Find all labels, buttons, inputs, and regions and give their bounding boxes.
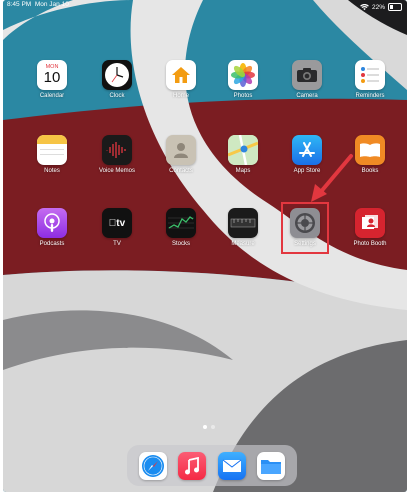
app-label: TV <box>113 241 121 247</box>
notes-icon <box>37 135 67 165</box>
app-voice-memos[interactable]: Voice Memos <box>89 135 145 174</box>
battery-percent: 22% <box>371 3 385 11</box>
app-label: Clock <box>109 93 125 99</box>
calendar-icon: MON 10 <box>37 60 67 90</box>
home-icon <box>166 60 196 90</box>
reminders-icon <box>355 60 385 90</box>
app-notes[interactable]: Notes <box>24 135 80 174</box>
maps-icon <box>228 135 258 165</box>
wifi-icon <box>360 3 369 10</box>
app-reminders[interactable]: Reminders <box>342 60 398 99</box>
music-icon[interactable] <box>178 451 207 480</box>
app-contacts[interactable]: Contacts <box>153 135 209 174</box>
status-time-date: 8:45 PM Mon Jan 10 <box>7 1 69 13</box>
ipad-frame: 8:45 PM Mon Jan 10 22% MON 10 Calendar C… <box>0 0 412 495</box>
status-date: Mon Jan 10 <box>34 1 69 8</box>
files-icon[interactable] <box>257 451 286 480</box>
app-home[interactable]: Home <box>153 60 209 99</box>
app-label: Camera <box>296 93 318 99</box>
app-label: Podcasts <box>39 241 65 247</box>
status-time: 8:45 PM <box>7 1 32 8</box>
app-maps[interactable]: Maps <box>215 135 271 174</box>
app-label: Calendar <box>39 93 65 99</box>
app-calendar[interactable]: MON 10 Calendar <box>24 60 80 99</box>
stocks-icon <box>166 208 196 238</box>
page-indicator[interactable] <box>203 425 215 429</box>
podcasts-icon <box>37 208 67 238</box>
books-icon <box>355 135 385 165</box>
app-label: Photo Booth <box>353 241 387 247</box>
app-clock[interactable]: Clock <box>89 60 145 99</box>
app-camera[interactable]: Camera <box>279 60 335 99</box>
app-measure[interactable]: Measure <box>215 208 271 247</box>
contacts-icon <box>166 135 196 165</box>
measure-icon <box>228 208 258 238</box>
app-tv[interactable]: tv TV <box>89 208 145 247</box>
app-label: Notes <box>44 168 60 174</box>
app-label: Stocks <box>171 241 190 247</box>
app-photo-booth[interactable]: Photo Booth <box>342 208 398 247</box>
page-dot <box>211 425 215 429</box>
home-screen: 8:45 PM Mon Jan 10 22% MON 10 Calendar C… <box>3 0 407 492</box>
photo-booth-icon <box>355 208 385 238</box>
settings-highlight-box <box>281 202 329 254</box>
app-podcasts[interactable]: Podcasts <box>24 208 80 247</box>
battery-icon <box>388 3 402 11</box>
calendar-day: 10 <box>43 68 61 86</box>
pointer-arrow <box>311 154 353 202</box>
app-label: Maps <box>235 168 251 174</box>
app-stocks[interactable]: Stocks <box>153 208 209 247</box>
app-label: Voice Memos <box>98 168 135 174</box>
status-right: 22% <box>360 1 402 13</box>
app-label: Photos <box>233 93 253 99</box>
page-dot-active <box>203 425 207 429</box>
camera-icon <box>292 60 322 90</box>
safari-icon[interactable] <box>138 451 167 480</box>
voice-memos-icon <box>102 135 132 165</box>
app-label: Home <box>172 93 189 99</box>
clock-icon <box>102 60 132 90</box>
app-photos[interactable]: Photos <box>215 60 271 99</box>
app-label: Reminders <box>355 93 385 99</box>
app-label: Measure <box>231 241 255 247</box>
dock <box>127 445 297 486</box>
photos-icon <box>228 60 258 90</box>
app-label: Contacts <box>169 168 193 174</box>
tv-icon: tv <box>102 208 132 238</box>
mail-icon[interactable] <box>217 451 246 480</box>
